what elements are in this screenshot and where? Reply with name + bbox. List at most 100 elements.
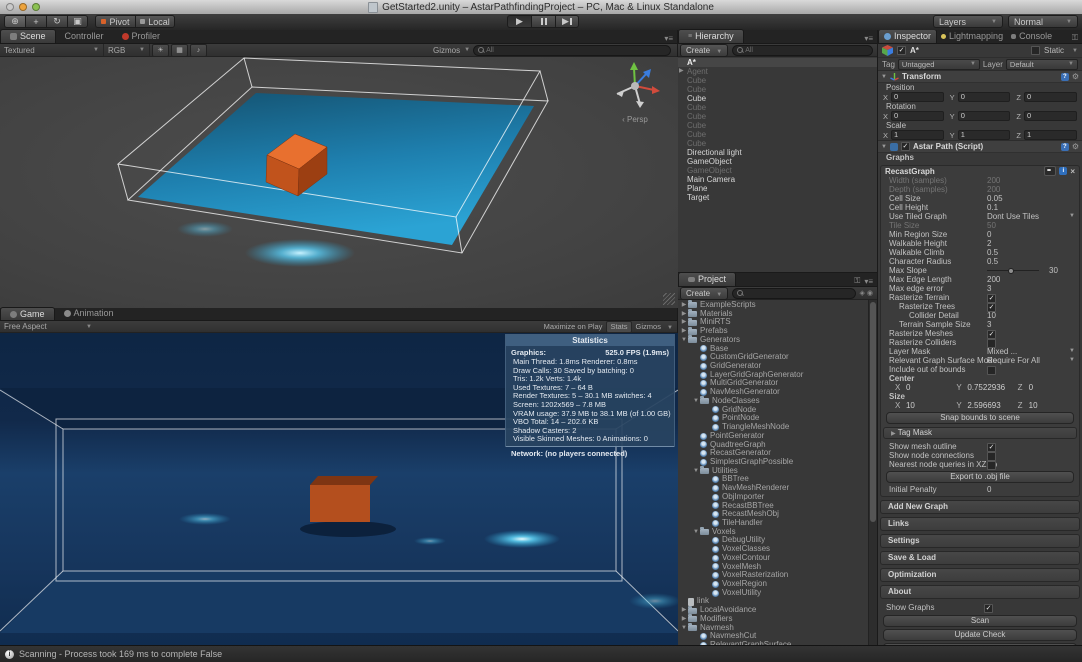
scene-audio-toggle[interactable]: ♪ (190, 44, 207, 57)
property-value[interactable]: 2 (987, 239, 991, 248)
scene-effects-toggle[interactable]: ▦ (171, 44, 188, 57)
project-create-button[interactable]: Create ▼ (680, 287, 728, 300)
update-check-button[interactable]: Update Check (883, 629, 1077, 641)
foldout-icon[interactable]: ▶ (679, 67, 684, 76)
hierarchy-item[interactable]: Cube (678, 85, 877, 94)
close-window-icon[interactable] (6, 3, 14, 11)
window-controls[interactable] (6, 3, 40, 11)
hierarchy-search-input[interactable]: All (732, 45, 873, 56)
hierarchy-item[interactable]: Target (678, 193, 877, 202)
tree-item[interactable]: PointGenerator (678, 432, 877, 441)
perspective-label[interactable]: ‹ Persp (602, 115, 668, 124)
dropdown-arrow-icon[interactable]: ▼ (1069, 347, 1075, 356)
property-value[interactable]: 0.1 (987, 203, 998, 212)
hierarchy-item[interactable]: Directional light (678, 148, 877, 157)
export-obj-button[interactable]: Export to .obj file (886, 471, 1074, 483)
pause-button[interactable] (531, 15, 555, 28)
checkbox[interactable] (987, 461, 996, 470)
axis-field[interactable]: 0 (1024, 92, 1077, 102)
foldout-icon[interactable]: ▼ (692, 467, 700, 476)
tree-item[interactable]: GridNode (678, 406, 877, 415)
hierarchy-item[interactable]: Cube (678, 139, 877, 148)
aspect-dropdown[interactable]: Free Aspect▼ (0, 321, 96, 332)
axis-value[interactable]: 0.7522936 (967, 383, 1017, 392)
hierarchy-item[interactable]: Plane (678, 184, 877, 193)
checkbox[interactable]: ✓ (984, 604, 993, 613)
lock-icon[interactable]: ⚿ (854, 276, 864, 286)
pivot-toggle-button[interactable]: Pivot (95, 15, 135, 28)
stats-button[interactable]: Stats (606, 321, 631, 333)
section-bar-links[interactable]: Links (880, 517, 1080, 531)
hierarchy-item[interactable]: Cube (678, 121, 877, 130)
hierarchy-item[interactable]: A* (678, 58, 877, 67)
local-toggle-button[interactable]: Local (135, 15, 175, 28)
dropdown-arrow-icon[interactable]: ▼ (1069, 212, 1075, 221)
section-bar-save-load[interactable]: Save & Load (880, 551, 1080, 565)
property-value[interactable]: 3 (987, 320, 991, 329)
slider-thumb[interactable] (1008, 268, 1014, 274)
axis-field[interactable]: 0 (958, 92, 1011, 102)
tag-dropdown[interactable]: Untagged▼ (898, 59, 980, 70)
tree-item[interactable]: DebugUtility (678, 536, 877, 545)
foldout-icon[interactable]: ▶ (680, 318, 688, 327)
help-book-icon[interactable]: ? (1061, 143, 1069, 151)
property-value[interactable]: Require For All (987, 356, 1040, 365)
checkbox[interactable] (987, 366, 996, 375)
tree-item[interactable]: ObjImporter (678, 493, 877, 502)
lock-icon[interactable]: ⚿ (1072, 33, 1082, 43)
tag-mask-foldout[interactable]: ▶ Tag Mask (883, 427, 1077, 439)
rotate-tool-button[interactable]: ↻ (46, 15, 67, 28)
property-value[interactable]: 3 (987, 284, 991, 293)
foldout-icon[interactable]: ▼ (692, 528, 700, 537)
hierarchy-item[interactable]: GameObject (678, 157, 877, 166)
tab-console[interactable]: Console (1007, 30, 1056, 43)
static-checkbox[interactable] (1031, 46, 1040, 55)
tab-project[interactable]: Project (678, 272, 736, 286)
property-value[interactable]: 0.5 (987, 257, 998, 266)
scan-button[interactable]: Scan (883, 615, 1077, 627)
tree-item[interactable]: NavMeshGenerator (678, 388, 877, 397)
tree-item[interactable]: VoxelRegion (678, 580, 877, 589)
game-viewport[interactable]: Statistics Graphics: 525.0 FPS (1.9ms) M… (0, 333, 678, 645)
tree-item[interactable]: TileHandler (678, 519, 877, 528)
foldout-icon[interactable]: ▼ (692, 397, 700, 406)
axis-value[interactable]: 0 (1029, 383, 1079, 392)
gizmos-dropdown[interactable]: Gizmos▼ (433, 46, 470, 55)
tree-item[interactable]: ▼Generators (678, 336, 877, 345)
hierarchy-item[interactable]: Cube (678, 76, 877, 85)
property-value[interactable]: 0 (987, 485, 991, 494)
axis-field[interactable]: 1 (958, 130, 1011, 140)
hierarchy-item[interactable]: Main Camera (678, 175, 877, 184)
tree-item[interactable]: CustomGridGenerator (678, 353, 877, 362)
panel-menu-icon[interactable]: ▾≡ (864, 34, 877, 43)
layer-dropdown[interactable]: Default▼ (1006, 59, 1078, 70)
tab-inspector[interactable]: Inspector (878, 30, 937, 43)
scale-tool-button[interactable]: ▣ (67, 15, 88, 28)
scene-viewport[interactable]: ‹ Persp (0, 57, 678, 308)
scene-search-input[interactable]: All (473, 45, 671, 56)
hierarchy-item[interactable]: GameObject (678, 166, 877, 175)
resize-grip[interactable] (663, 293, 675, 305)
property-value[interactable]: 0.05 (987, 194, 1003, 203)
layout-dropdown[interactable]: Normal▼ (1008, 15, 1078, 28)
property-value[interactable]: 10 (987, 311, 996, 320)
tree-item[interactable]: SimplestGraphPossible (678, 458, 877, 467)
tree-item[interactable]: VoxelContour (678, 554, 877, 563)
search-by-label-icon[interactable]: ◉ (867, 289, 877, 297)
dropdown-arrow-icon[interactable]: ▼ (1069, 356, 1075, 365)
foldout-icon[interactable]: ▶ (680, 615, 688, 624)
project-search-input[interactable] (732, 288, 855, 299)
component-enabled-checkbox[interactable]: ✓ (901, 142, 910, 151)
hand-tool-button[interactable]: ⊕ (4, 15, 25, 28)
tree-item[interactable]: ▼Navmesh (678, 624, 877, 633)
scene-lighting-toggle[interactable]: ☀ (152, 44, 169, 57)
tab-scene[interactable]: Scene (0, 29, 56, 43)
astar-component-header[interactable]: ▼ ✓ Astar Path (Script) ?⚙ (878, 140, 1082, 153)
foldout-icon[interactable]: ▼ (881, 74, 887, 80)
maximize-on-play-button[interactable]: Maximize on Play (544, 322, 603, 331)
close-icon[interactable]: × (1070, 167, 1075, 176)
axis-field[interactable]: 1 (891, 130, 944, 140)
tree-item[interactable]: ▼Voxels (678, 528, 877, 537)
tree-item[interactable]: VoxelRasterization (678, 571, 877, 580)
tab-animation[interactable]: Animation (55, 307, 123, 320)
